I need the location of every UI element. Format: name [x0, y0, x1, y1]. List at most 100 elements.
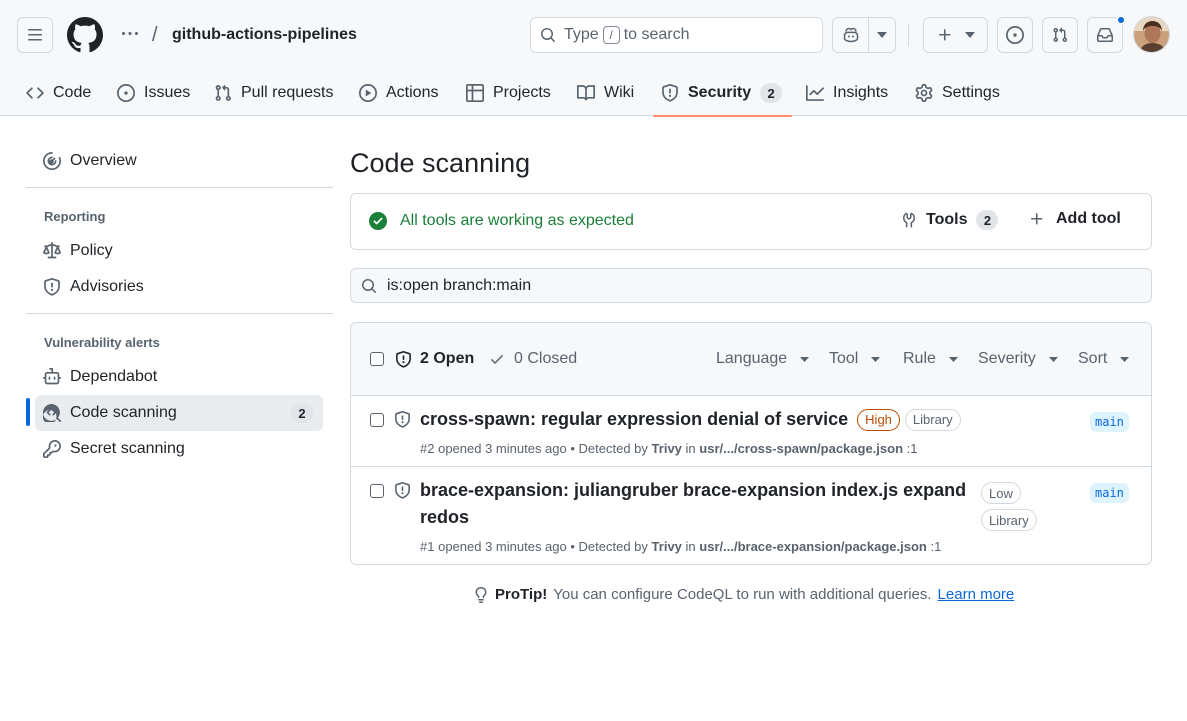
alert-detected-prefix: • Detected by: [570, 441, 648, 456]
branch-label: main: [1090, 483, 1129, 503]
tab-projects[interactable]: Projects: [466, 70, 551, 116]
tool-status-text: All tools are working as expected: [400, 212, 634, 229]
tab-security[interactable]: Security 2: [652, 70, 793, 117]
sidebar-heading-reporting: Reporting: [44, 209, 106, 224]
git-pull-request-icon: [214, 84, 232, 102]
alert-meta: #1 opened 3 minutes ago • Detected by Tr…: [420, 539, 941, 554]
tab-code-label: Code: [53, 84, 92, 101]
hamburger-icon: [27, 27, 43, 43]
sidebar-active-indicator: [26, 398, 30, 426]
severity-filter-label: Severity: [978, 350, 1036, 367]
alert-select-checkbox[interactable]: [370, 413, 384, 427]
tool-status-message: All tools are working as expected: [369, 212, 634, 230]
alert-row[interactable]: brace-expansion: juliangruber brace-expa…: [351, 467, 1151, 564]
tab-insights-label: Insights: [833, 84, 889, 101]
search-input[interactable]: Type / to search: [530, 17, 823, 53]
tab-pull-requests[interactable]: Pull requests: [214, 70, 334, 116]
sidebar-item-overview[interactable]: Overview: [35, 143, 323, 179]
alert-tool-name: Trivy: [651, 441, 682, 456]
learn-more-link[interactable]: Learn more: [938, 586, 1015, 603]
sidebar-item-dependabot[interactable]: Dependabot: [35, 359, 323, 395]
tool-filter-dropdown[interactable]: Tool: [829, 350, 881, 368]
search-placeholder-suffix: to search: [623, 26, 690, 43]
code-scanning-count: 2: [291, 403, 313, 423]
inbox-icon: [1097, 27, 1113, 43]
tab-security-label: Security: [688, 84, 752, 101]
language-filter-label: Language: [716, 350, 788, 367]
tool-filter-label: Tool: [829, 350, 859, 367]
chevron-down-icon[interactable]: [869, 18, 895, 52]
tab-insights[interactable]: Insights: [806, 70, 888, 116]
alert-title-link[interactable]: brace-expansion: juliangruber brace-expa…: [420, 477, 966, 531]
language-filter-dropdown[interactable]: Language: [716, 350, 810, 368]
rule-filter-dropdown[interactable]: Rule: [903, 350, 958, 368]
search-placeholder-prefix: Type: [564, 26, 599, 43]
category-label: Library: [904, 408, 961, 431]
alert-select-checkbox[interactable]: [370, 484, 384, 498]
triangle-down-icon: [1048, 356, 1058, 362]
search-shortcut-key: /: [602, 26, 620, 44]
alert-filter-input[interactable]: is:open branch:main: [350, 268, 1152, 303]
search-placeholder: Type / to search: [564, 26, 690, 44]
select-all-checkbox[interactable]: [370, 352, 384, 366]
alerts-list-header: 2 Open 0 Closed Language Tool Rule Sever…: [351, 323, 1151, 396]
tab-actions-label: Actions: [386, 84, 439, 101]
triangle-down-icon: [1120, 356, 1130, 362]
copilot-icon[interactable]: [833, 18, 869, 52]
shield-icon: [395, 350, 412, 368]
law-icon: [43, 242, 61, 260]
add-tool-label: Add tool: [1056, 210, 1121, 227]
github-logo-icon[interactable]: [67, 17, 103, 53]
alert-number: #2: [420, 441, 435, 456]
user-avatar[interactable]: [1133, 16, 1170, 53]
sidebar-item-code-scanning[interactable]: Code scanning 2: [35, 395, 323, 431]
tab-settings[interactable]: Settings: [915, 70, 1000, 116]
your-pull-requests-button[interactable]: [1042, 17, 1078, 53]
severity-label: Low: [981, 482, 1021, 504]
repository-navigation: Code Issues Pull requests Actions Projec: [0, 70, 1187, 117]
repository-name-link[interactable]: github-actions-pipelines: [172, 26, 357, 44]
sort-dropdown[interactable]: Sort: [1078, 350, 1130, 368]
tab-issues[interactable]: Issues: [117, 70, 190, 116]
play-icon: [359, 84, 377, 102]
open-alerts-filter[interactable]: 2 Open: [395, 350, 474, 368]
sidebar-item-policy[interactable]: Policy: [35, 233, 323, 269]
your-issues-button[interactable]: [997, 17, 1033, 53]
alert-detected-prefix: • Detected by: [570, 539, 648, 554]
breadcrumb-more-icon[interactable]: [118, 22, 142, 46]
tab-code[interactable]: Code: [26, 70, 91, 116]
tab-wiki[interactable]: Wiki: [577, 70, 634, 116]
tools-button[interactable]: Tools 2: [901, 210, 999, 230]
sort-label: Sort: [1078, 350, 1108, 367]
alert-row[interactable]: cross-spawn: regular expression denial o…: [351, 396, 1151, 467]
tab-actions[interactable]: Actions: [359, 70, 438, 116]
add-tool-button[interactable]: Add tool: [1029, 210, 1121, 228]
codescan-icon: [43, 404, 61, 422]
meter-icon: [43, 152, 61, 170]
table-icon: [466, 84, 484, 102]
open-global-navigation-button[interactable]: [17, 17, 53, 53]
page-title: Code scanning: [350, 148, 531, 178]
protip-text: You can configure CodeQL to run with add…: [553, 586, 932, 603]
sidebar-item-overview-label: Overview: [70, 152, 137, 169]
alert-title-line-1: brace-expansion: juliangruber brace-expa…: [420, 480, 967, 500]
app-header: / github-actions-pipelines Type / to sea…: [0, 0, 1187, 117]
notifications-button[interactable]: [1087, 15, 1126, 53]
shield-icon: [661, 84, 679, 102]
sidebar-item-code-scanning-label: Code scanning: [70, 404, 177, 421]
open-alerts-label: 2 Open: [420, 350, 475, 367]
protip: ProTip! You can configure CodeQL to run …: [473, 586, 1014, 603]
dependabot-icon: [43, 368, 61, 386]
sidebar-item-secret-scanning[interactable]: Secret scanning: [35, 431, 323, 467]
closed-alerts-filter[interactable]: 0 Closed: [489, 350, 577, 368]
chevron-down-icon: [964, 32, 975, 38]
copilot-button[interactable]: [832, 17, 896, 53]
issue-opened-icon: [117, 84, 135, 102]
alert-title-link[interactable]: cross-spawn: regular expression denial o…: [420, 406, 848, 433]
book-icon: [577, 84, 595, 102]
tab-issues-label: Issues: [144, 84, 191, 101]
create-new-button[interactable]: [923, 17, 988, 53]
gear-icon: [915, 84, 933, 102]
sidebar-item-advisories[interactable]: Advisories: [35, 269, 323, 305]
severity-filter-dropdown[interactable]: Severity: [978, 350, 1058, 368]
